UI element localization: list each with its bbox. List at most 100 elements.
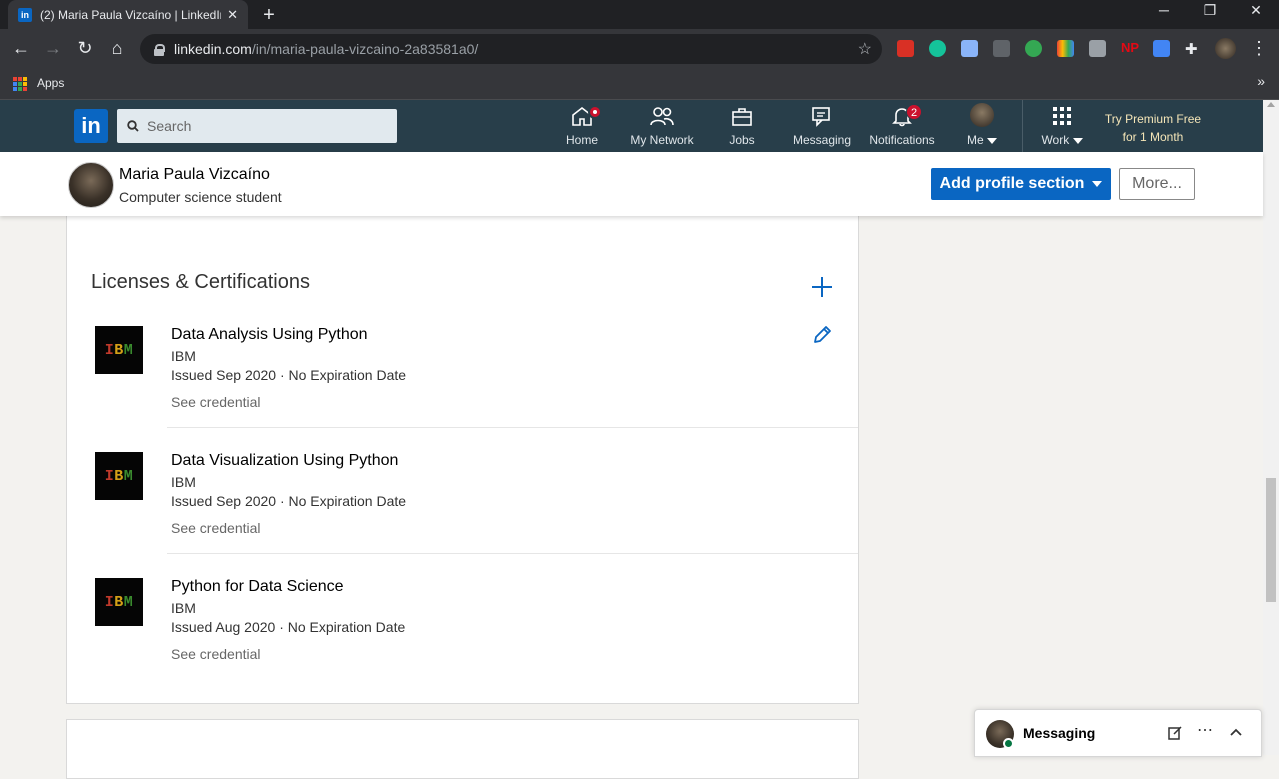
apps-grid-icon[interactable] [13,77,27,91]
add-icon[interactable] [811,276,833,298]
chevron-down-icon [987,138,997,144]
minimize-icon[interactable]: ─ [1154,2,1174,18]
reader-icon[interactable] [1025,40,1042,57]
address-bar[interactable]: linkedin.com/in/maria-paula-vizcaino-2a8… [140,34,882,64]
notifications-badge: 2 [906,104,922,120]
cert-name: Data Analysis Using Python [171,326,368,343]
close-window-icon[interactable]: ✕ [1246,2,1266,19]
nav-my-network[interactable]: My Network [622,105,702,149]
nav-notifications[interactable]: 2 Notifications [862,104,942,149]
nav-label: Home [565,133,598,147]
reload-icon[interactable]: ↻ [74,38,96,59]
avatar-icon [970,103,994,127]
browser-tab-strip: in (2) Maria Paula Vizcaíno | LinkedIn ✕… [0,0,1279,29]
back-icon[interactable]: ← [10,38,32,59]
cert-org: IBM [171,600,196,616]
profile-name: Maria Paula Vizcaíno [119,166,270,183]
chevron-up-icon[interactable] [1229,727,1243,737]
ibm-logo[interactable]: IBM [95,452,143,500]
see-credential-link[interactable]: See credential [171,520,261,536]
list-item: IBM Data Analysis Using Python IBM Issue… [67,326,858,452]
see-credential-link[interactable]: See credential [171,394,261,410]
premium-line-2: for 1 Month [1122,130,1184,144]
try-premium-link[interactable]: Try Premium Free for 1 Month [1098,110,1208,146]
tab-close-icon[interactable]: ✕ [227,7,238,23]
browser-toolbar: ← → ↻ ⌂ linkedin.com/in/maria-paula-vizc… [0,29,1279,69]
see-credential-link[interactable]: See credential [171,646,261,662]
divider [167,427,858,428]
browser-tab[interactable]: in (2) Maria Paula Vizcaíno | LinkedIn ✕ [8,0,248,29]
premium-line-1: Try Premium Free [1104,112,1202,126]
nav-label: Messaging [792,133,852,147]
more-options-icon[interactable]: ⋯ [1197,720,1213,740]
forward-icon[interactable]: → [42,38,64,59]
cert-name: Data Visualization Using Python [171,452,399,469]
profile-icon[interactable] [1215,38,1236,59]
profile-headline: Computer science student [119,189,282,205]
nav-me[interactable]: Me [942,103,1022,149]
lock-icon [154,43,165,56]
add-profile-section-button[interactable]: Add profile section [931,168,1111,200]
messaging-icon [812,107,830,127]
nav-label: Work [1022,133,1102,147]
search-box[interactable] [117,109,397,143]
nav-jobs[interactable]: Jobs [702,105,782,149]
messaging-label[interactable]: Messaging [1023,725,1095,741]
bookmarks-overflow-icon[interactable]: » [1257,73,1265,89]
list-item: IBM Data Visualization Using Python IBM … [67,452,858,578]
page-scrollbar[interactable] [1263,100,1279,755]
messaging-overlay[interactable]: Messaging ⋯ [974,709,1262,757]
check-icon[interactable] [993,40,1010,57]
avatar[interactable] [68,162,114,208]
bookmark-star-icon[interactable]: ☆ [858,39,872,59]
linkedin-favicon-icon: in [18,7,32,22]
url-path: /in/maria-paula-vizcaino-2a83581a0/ [251,41,479,57]
card-icon[interactable] [1089,40,1106,57]
chevron-down-icon [1072,138,1083,144]
scrollbar-thumb[interactable] [1266,478,1276,602]
nav-label: Jobs [729,133,755,147]
linkedin-logo-icon[interactable]: in [74,109,108,143]
profile-sticky-header: Maria Paula Vizcaíno Computer science st… [0,152,1263,216]
pdf-icon[interactable] [897,40,914,57]
nav-messaging[interactable]: Messaging [782,105,862,149]
home-browser-icon[interactable]: ⌂ [106,38,128,59]
cert-issued: Issued Sep 2020 · No Expiration Date [171,367,407,383]
cert-name: Python for Data Science [171,578,344,595]
caret-down-icon [1092,181,1103,187]
puzzle-icon[interactable]: ✚ [1185,40,1202,58]
scroll-up-arrow-icon[interactable] [1267,102,1275,107]
more-button[interactable]: More... [1119,168,1195,200]
search-input[interactable] [147,118,377,134]
grid-icon [1053,107,1071,125]
search-icon [127,120,139,132]
compose-icon[interactable] [1167,725,1183,741]
color-grid-icon[interactable] [1057,40,1074,57]
online-status-icon [1003,738,1014,749]
window-icon[interactable] [1153,40,1170,57]
nav-home[interactable]: Home [542,105,622,149]
restore-icon[interactable]: ❐ [1200,2,1220,19]
url-host: linkedin.com [174,41,252,57]
tab-title: (2) Maria Paula Vizcaíno | LinkedIn [40,7,222,22]
nav-work[interactable]: Work [1022,105,1102,149]
home-notification-dot [588,105,602,119]
add-profile-section-label: Add profile section [939,175,1085,192]
licenses-certifications-card: Licenses & Certifications IBM Data Analy… [66,242,859,704]
chrome-menu-icon[interactable]: ⋮ [1248,38,1270,59]
nav-label: Notifications [869,133,935,147]
netflix-party-icon[interactable]: NP [1121,40,1141,57]
briefcase-icon [732,108,752,126]
apps-bookmark[interactable]: Apps [37,76,64,90]
cert-issued: Issued Aug 2020 · No Expiration Date [171,619,406,635]
new-tab-icon[interactable]: + [258,4,280,27]
section-title: Licenses & Certifications [91,271,310,293]
camera-icon[interactable] [961,40,978,57]
cert-org: IBM [171,474,196,490]
ibm-logo[interactable]: IBM [95,326,143,374]
skills-section-card [66,719,859,779]
divider [167,553,858,554]
list-item: IBM Python for Data Science IBM Issued A… [67,578,858,704]
grammarly-icon[interactable] [929,40,946,57]
ibm-logo[interactable]: IBM [95,578,143,626]
